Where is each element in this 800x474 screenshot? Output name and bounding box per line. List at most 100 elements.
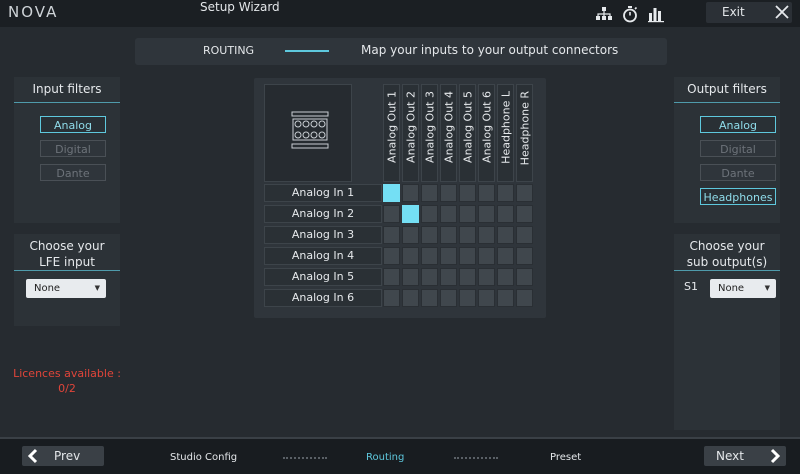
sub-output-row-label: S1 bbox=[684, 280, 698, 293]
bottom-divider bbox=[0, 437, 800, 439]
route-cell[interactable] bbox=[478, 247, 495, 265]
route-cell[interactable] bbox=[459, 226, 476, 244]
route-cell[interactable] bbox=[497, 268, 514, 286]
exit-button[interactable]: Exit bbox=[706, 2, 792, 23]
network-icon[interactable] bbox=[594, 4, 614, 24]
matrix-output-header: Analog Out 1 bbox=[383, 84, 400, 182]
next-button[interactable]: Next bbox=[704, 446, 786, 466]
matrix-output-label: Headphone R bbox=[518, 91, 531, 166]
route-cell[interactable] bbox=[497, 205, 514, 223]
output-filter-headphones[interactable]: Headphones bbox=[700, 188, 776, 205]
output-filters-panel: Output filters Analog Digital Dante Head… bbox=[674, 77, 780, 223]
matrix-output-header: Headphone R bbox=[516, 84, 533, 182]
route-cell[interactable] bbox=[478, 226, 495, 244]
route-cell[interactable] bbox=[440, 268, 457, 286]
matrix-output-header: Analog Out 5 bbox=[459, 84, 476, 182]
matrix-input-label: Analog In 1 bbox=[264, 184, 382, 202]
banner-step-name: ROUTING bbox=[203, 44, 255, 57]
close-icon bbox=[774, 4, 790, 20]
output-filter-analog[interactable]: Analog bbox=[700, 116, 776, 133]
input-filter-digital[interactable]: Digital bbox=[40, 140, 106, 157]
route-cell[interactable] bbox=[421, 205, 438, 223]
panel-divider bbox=[674, 102, 780, 103]
level-meter-icon[interactable] bbox=[646, 4, 666, 24]
matrix-corner bbox=[264, 84, 352, 182]
route-cell[interactable] bbox=[421, 268, 438, 286]
route-cell[interactable] bbox=[402, 184, 419, 202]
output-filter-dante[interactable]: Dante bbox=[700, 164, 776, 181]
input-filters-title: Input filters bbox=[32, 82, 102, 96]
step-preset[interactable]: Preset bbox=[550, 452, 581, 463]
route-cell[interactable] bbox=[440, 226, 457, 244]
route-cell[interactable] bbox=[402, 205, 419, 223]
route-cell[interactable] bbox=[402, 289, 419, 307]
step-studio-config[interactable]: Studio Config bbox=[170, 452, 237, 463]
route-cell[interactable] bbox=[459, 268, 476, 286]
lfe-select[interactable]: None ▼ bbox=[26, 279, 106, 298]
input-filter-dante[interactable]: Dante bbox=[40, 164, 106, 181]
panel-divider bbox=[14, 102, 120, 103]
route-cell[interactable] bbox=[383, 289, 400, 307]
matrix-output-label: Analog Out 4 bbox=[442, 91, 455, 163]
step-connector bbox=[454, 457, 498, 461]
route-cell[interactable] bbox=[459, 289, 476, 307]
route-cell[interactable] bbox=[516, 205, 533, 223]
sub-output-select[interactable]: None ▼ bbox=[710, 279, 776, 298]
route-cell[interactable] bbox=[516, 268, 533, 286]
route-cell[interactable] bbox=[440, 247, 457, 265]
route-cell[interactable] bbox=[478, 268, 495, 286]
route-cell[interactable] bbox=[383, 226, 400, 244]
route-cell[interactable] bbox=[402, 247, 419, 265]
panel-divider bbox=[14, 270, 120, 271]
prev-button[interactable]: Prev bbox=[22, 446, 104, 466]
route-cell[interactable] bbox=[402, 268, 419, 286]
matrix-input-label: Analog In 2 bbox=[264, 205, 382, 223]
route-cell[interactable] bbox=[478, 184, 495, 202]
route-cell[interactable] bbox=[459, 205, 476, 223]
route-cell[interactable] bbox=[459, 184, 476, 202]
matrix-output-label: Analog Out 6 bbox=[480, 91, 493, 163]
route-cell[interactable] bbox=[421, 247, 438, 265]
input-filters-panel: Input filters Analog Digital Dante bbox=[14, 77, 120, 223]
route-cell[interactable] bbox=[383, 247, 400, 265]
route-cell[interactable] bbox=[516, 289, 533, 307]
stopwatch-icon[interactable] bbox=[620, 4, 640, 24]
route-cell[interactable] bbox=[440, 205, 457, 223]
route-cell[interactable] bbox=[516, 226, 533, 244]
exit-label: Exit bbox=[722, 5, 745, 19]
route-cell[interactable] bbox=[383, 184, 400, 202]
lfe-title: Choose your LFE input bbox=[29, 239, 105, 269]
matrix-output-label: Analog Out 2 bbox=[404, 91, 417, 163]
route-cell[interactable] bbox=[421, 226, 438, 244]
route-cell[interactable] bbox=[402, 226, 419, 244]
matrix-input-label: Analog In 4 bbox=[264, 247, 382, 265]
route-cell[interactable] bbox=[459, 247, 476, 265]
matrix-output-header: Analog Out 2 bbox=[402, 84, 419, 182]
matrix-output-label: Analog Out 3 bbox=[423, 91, 436, 163]
next-label: Next bbox=[716, 449, 744, 463]
matrix-output-header: Headphone L bbox=[497, 84, 514, 182]
matrix-output-label: Analog Out 1 bbox=[385, 91, 398, 163]
chevron-down-icon: ▼ bbox=[764, 284, 770, 292]
route-cell[interactable] bbox=[421, 184, 438, 202]
banner-divider bbox=[285, 50, 329, 52]
route-cell[interactable] bbox=[497, 289, 514, 307]
sub-output-panel: Choose your sub output(s) S1 None ▼ bbox=[674, 234, 780, 430]
top-bar bbox=[0, 0, 800, 27]
route-cell[interactable] bbox=[421, 289, 438, 307]
route-cell[interactable] bbox=[497, 184, 514, 202]
route-cell[interactable] bbox=[497, 226, 514, 244]
input-filter-analog[interactable]: Analog bbox=[40, 116, 106, 133]
route-cell[interactable] bbox=[478, 289, 495, 307]
route-cell[interactable] bbox=[383, 205, 400, 223]
route-cell[interactable] bbox=[478, 205, 495, 223]
output-filter-digital[interactable]: Digital bbox=[700, 140, 776, 157]
route-cell[interactable] bbox=[440, 184, 457, 202]
route-cell[interactable] bbox=[440, 289, 457, 307]
licences-status: Licences available : 0/2 bbox=[13, 367, 121, 395]
route-cell[interactable] bbox=[383, 268, 400, 286]
route-cell[interactable] bbox=[516, 184, 533, 202]
step-routing[interactable]: Routing bbox=[366, 452, 404, 463]
route-cell[interactable] bbox=[516, 247, 533, 265]
route-cell[interactable] bbox=[497, 247, 514, 265]
